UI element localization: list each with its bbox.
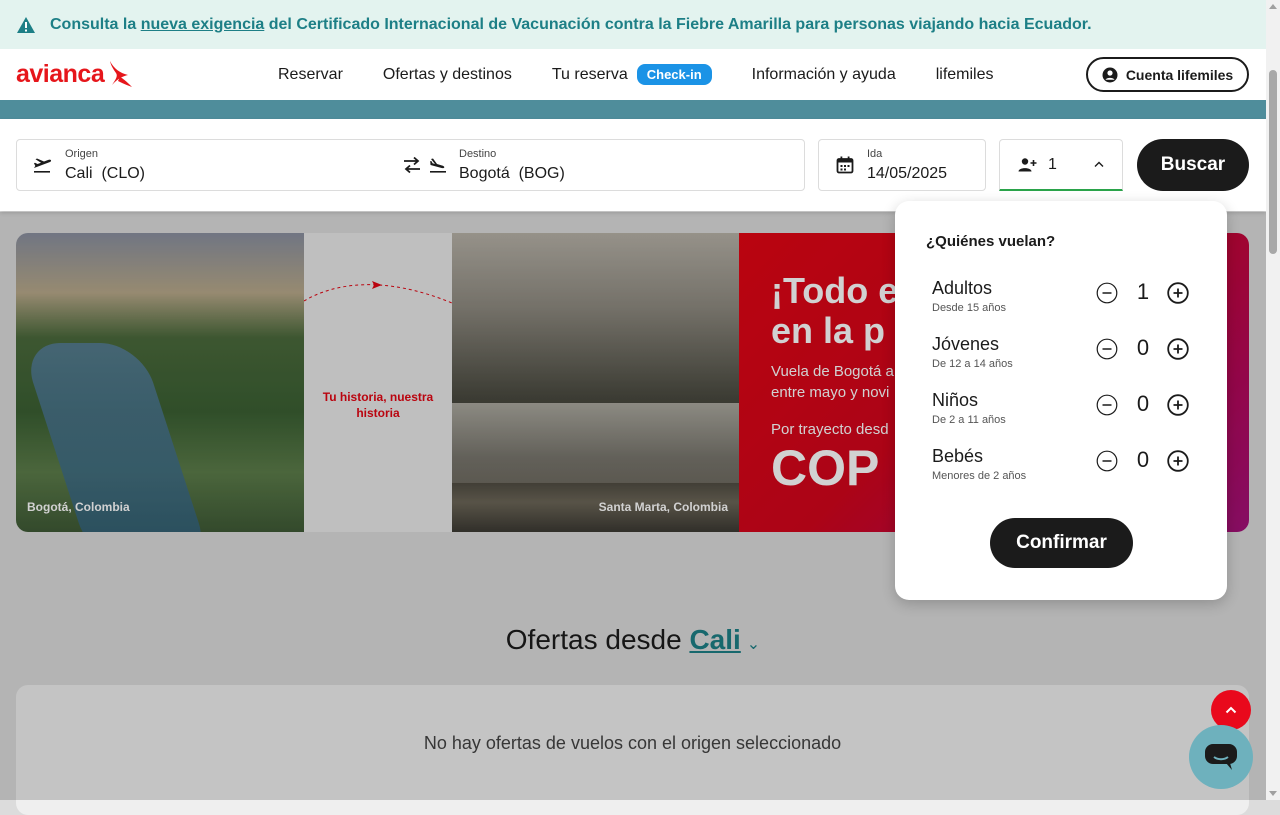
- chevron-up-icon: [1225, 706, 1237, 714]
- passenger-count: 0: [1136, 391, 1150, 416]
- passengers-value: 1: [1048, 156, 1057, 173]
- chevron-up-icon: [1094, 161, 1104, 167]
- offers-city-selector[interactable]: Cali: [689, 624, 740, 655]
- chevron-down-icon[interactable]: ⌄: [747, 636, 760, 653]
- checkin-badge[interactable]: Check-in: [636, 64, 712, 85]
- logo-text: avianca: [16, 59, 105, 88]
- alert-text-after: del Certificado Internacional de Vacunac…: [264, 15, 1092, 33]
- hero-caption-left: Bogotá, Colombia: [27, 500, 130, 514]
- bird-logo-icon: [110, 61, 133, 87]
- promo-price: COP: [771, 440, 880, 496]
- passenger-row-adults: Adultos Desde 15 años 1: [932, 278, 1202, 322]
- passengers-field[interactable]: 1: [999, 139, 1123, 191]
- passenger-count: 0: [1136, 447, 1150, 472]
- landing-icon: [430, 158, 446, 173]
- chat-button[interactable]: [1189, 725, 1253, 789]
- nav-tu-reserva-label: Tu reserva: [551, 65, 628, 83]
- avianca-logo[interactable]: avianca: [16, 59, 134, 89]
- nav-informacion[interactable]: Información y ayuda: [752, 66, 896, 84]
- origin-value: Cali (CLO): [65, 165, 146, 182]
- promo-title: ¡Todo e en la p: [771, 270, 899, 351]
- alert-link[interactable]: nueva exigencia: [141, 16, 265, 34]
- date-label: Ida: [867, 148, 883, 160]
- hero-caption-right: Santa Marta, Colombia: [598, 500, 728, 514]
- passenger-age: De 12 a 14 años: [932, 358, 1013, 370]
- promo-per-trip: Por trayecto desd: [771, 421, 889, 438]
- warning-icon: [17, 16, 35, 33]
- passenger-age: Menores de 2 años: [932, 470, 1027, 482]
- sea-shape: [452, 403, 739, 483]
- destination-value: Bogotá (BOG): [459, 165, 565, 182]
- minus-circle-icon[interactable]: [1096, 338, 1118, 360]
- decorative-strip: [0, 100, 1266, 119]
- destination-label: Destino: [459, 148, 497, 160]
- nav-tu-reserva[interactable]: Tu reserva Check-in: [552, 64, 712, 85]
- passenger-row-infants: Bebés Menores de 2 años 0: [932, 446, 1202, 490]
- search-panel: Origen Cali (CLO) Destino Bogotá (BOG) I…: [0, 119, 1266, 211]
- minus-circle-icon[interactable]: [1096, 394, 1118, 416]
- passenger-row-youth: Jóvenes De 12 a 14 años 0: [932, 334, 1202, 378]
- chat-bubble-icon: [1205, 744, 1237, 770]
- minus-circle-icon[interactable]: [1096, 450, 1118, 472]
- offers-title-prefix: Ofertas desde: [505, 624, 690, 655]
- nav-lifemiles[interactable]: lifemiles: [936, 66, 994, 84]
- alert-banner: Consulta la nueva exigencia del Certific…: [0, 0, 1266, 49]
- passengers-popover: ¿Quiénes vuelan? Adultos Desde 15 años 1…: [895, 201, 1227, 600]
- passenger-type: Niños: [932, 390, 979, 410]
- promo-subtitle: Vuela de Bogotá a entre mayo y novi: [771, 363, 894, 401]
- main-nav: Reservar Ofertas y destinos Tu reserva C…: [278, 49, 1034, 100]
- hero-route-panel: Tu historia, nuestra historia: [304, 233, 452, 532]
- passenger-type: Bebés: [932, 446, 984, 466]
- user-icon: [1102, 67, 1118, 82]
- offers-heading: Ofertas desde Cali ⌄: [0, 624, 1266, 656]
- scrollbar-thumb[interactable]: [1269, 70, 1277, 254]
- hero-photo-santa-marta: Santa Marta, Colombia: [452, 233, 739, 532]
- account-button-label: Cuenta lifemiles: [1125, 66, 1234, 83]
- scroll-up-arrow[interactable]: [1269, 4, 1277, 9]
- passenger-row-children: Niños De 2 a 11 años 0: [932, 390, 1202, 434]
- alert-text-before: Consulta la: [50, 15, 141, 33]
- offers-empty-message: No hay ofertas de vuelos con el origen s…: [423, 733, 842, 753]
- date-field[interactable]: Ida 14/05/2025: [818, 139, 986, 191]
- date-value: 14/05/2025: [867, 165, 948, 182]
- calendar-icon: [836, 156, 854, 174]
- plus-circle-icon[interactable]: [1167, 338, 1189, 360]
- confirm-button[interactable]: Confirmar: [990, 518, 1133, 568]
- passenger-age: De 2 a 11 años: [932, 414, 1006, 426]
- search-button[interactable]: Buscar: [1137, 139, 1249, 191]
- plus-circle-icon[interactable]: [1167, 450, 1189, 472]
- flight-route-icon: [304, 281, 452, 304]
- nav-ofertas[interactable]: Ofertas y destinos: [383, 66, 512, 84]
- passenger-type: Adultos: [932, 278, 993, 298]
- route-box: Origen Cali (CLO) Destino Bogotá (BOG): [16, 139, 805, 191]
- plus-circle-icon[interactable]: [1167, 282, 1189, 304]
- site-header: avianca Reservar Ofertas y destinos Tu r…: [0, 49, 1266, 100]
- passenger-count: 1: [1136, 279, 1150, 304]
- origin-label: Origen: [65, 148, 99, 160]
- takeoff-icon: [34, 158, 52, 173]
- add-person-icon: [1018, 158, 1037, 172]
- scroll-down-arrow[interactable]: [1269, 791, 1277, 796]
- page-scrollbar[interactable]: [1266, 0, 1280, 800]
- passenger-count: 0: [1136, 335, 1150, 360]
- offers-container: No hay ofertas de vuelos con el origen s…: [16, 685, 1249, 815]
- destination-field[interactable]: Destino Bogotá (BOG): [425, 140, 805, 190]
- swap-icon[interactable]: [402, 156, 422, 174]
- passenger-type: Jóvenes: [932, 334, 1000, 354]
- passenger-age: Desde 15 años: [932, 302, 1006, 314]
- minus-circle-icon[interactable]: [1096, 282, 1118, 304]
- plus-circle-icon[interactable]: [1167, 394, 1189, 416]
- account-button[interactable]: Cuenta lifemiles: [1086, 57, 1249, 92]
- origin-field[interactable]: Origen Cali (CLO): [17, 140, 397, 190]
- nav-reservar[interactable]: Reservar: [278, 66, 343, 84]
- scroll-to-top-button[interactable]: [1211, 690, 1251, 730]
- hero-middle-text: Tu historia, nuestra historia: [322, 390, 434, 420]
- popover-question: ¿Quiénes vuelan?: [926, 233, 1056, 250]
- hero-photo-bogota: Bogotá, Colombia: [16, 233, 304, 532]
